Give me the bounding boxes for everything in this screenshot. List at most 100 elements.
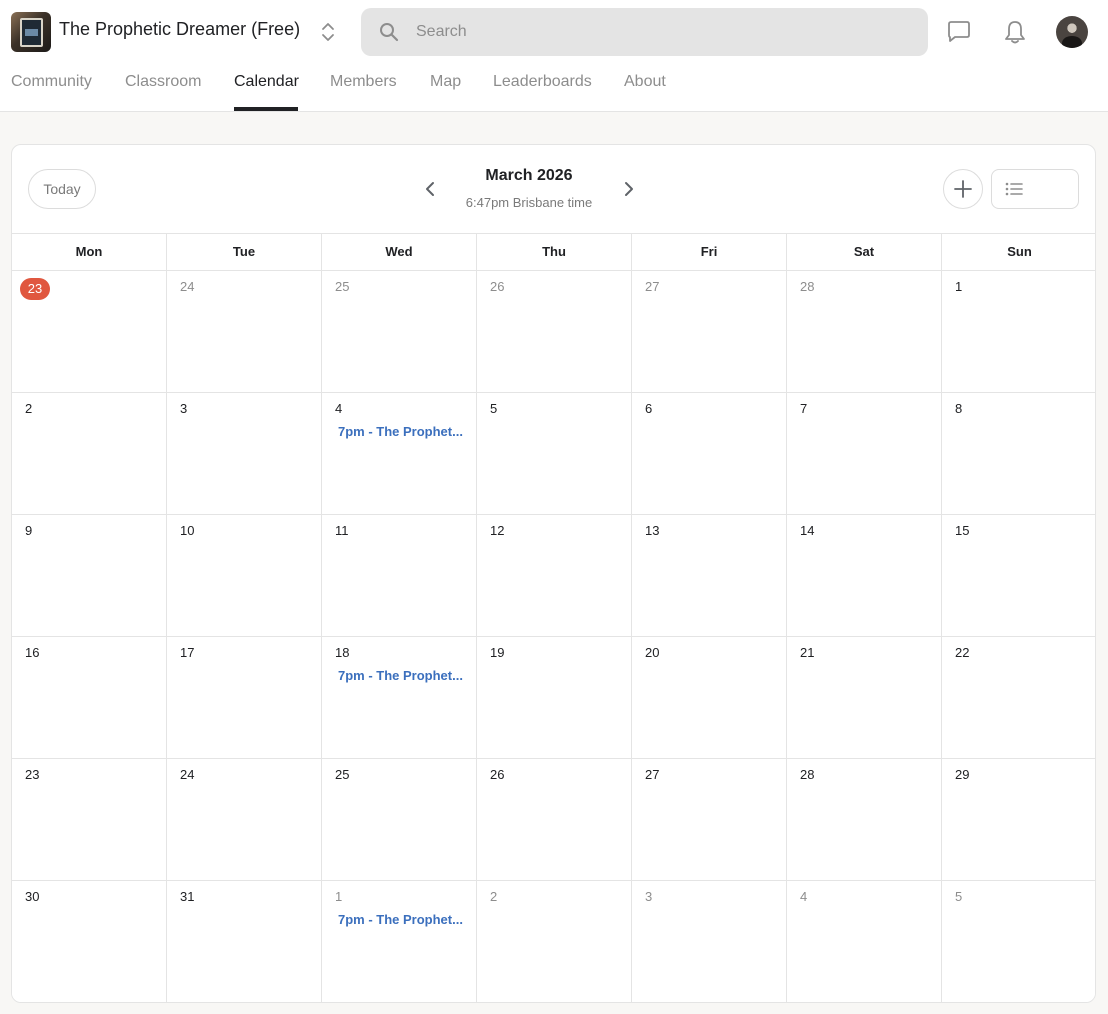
calendar-day-cell[interactable]: 5 [477, 393, 632, 515]
tab-classroom[interactable]: Classroom [125, 73, 201, 91]
calendar-day-cell[interactable]: 26 [477, 271, 632, 393]
calendar-day-cell[interactable]: 3 [632, 881, 787, 1002]
timezone-label: 6:47pm Brisbane time [465, 195, 593, 210]
calendar-day-cell[interactable]: 29 [942, 759, 1095, 881]
day-number: 29 [955, 767, 970, 782]
bell-icon[interactable] [1001, 18, 1029, 46]
event-link[interactable]: 7pm - The Prophet... [338, 668, 468, 683]
calendar-day-cell[interactable]: 15 [942, 515, 1095, 637]
day-number: 25 [335, 279, 350, 294]
calendar-day-cell[interactable]: 25 [322, 271, 477, 393]
calendar-day-cell[interactable]: 23 [12, 271, 167, 393]
weekday-wed: Wed [322, 234, 477, 271]
weekday-fri: Fri [632, 234, 787, 271]
search-icon [380, 23, 399, 42]
day-number: 24 [180, 767, 195, 782]
day-number: 24 [180, 279, 195, 294]
tab-leaderboards[interactable]: Leaderboards [493, 73, 592, 91]
calendar-day-cell[interactable]: 2 [12, 393, 167, 515]
calendar-day-cell[interactable]: 5 [942, 881, 1095, 1002]
day-number: 1 [955, 279, 963, 294]
calendar-day-cell[interactable]: 12 [477, 515, 632, 637]
day-number: 17 [180, 645, 195, 660]
group-name[interactable]: The Prophetic Dreamer (Free) [59, 19, 300, 40]
event-link[interactable]: 7pm - The Prophet... [338, 424, 468, 439]
event-link[interactable]: 7pm - The Prophet... [338, 912, 468, 927]
search-input[interactable] [416, 8, 916, 56]
month-grid: 23 24 25 26 27 28 1 2 3 4 7pm - The Prophet... 5 6 7 8… [12, 271, 1095, 1002]
day-number: 21 [800, 645, 815, 660]
day-number: 4 [335, 401, 343, 416]
calendar-day-cell[interactable]: 26 [477, 759, 632, 881]
tab-community[interactable]: Community [11, 73, 92, 91]
calendar-day-cell[interactable]: 24 [167, 271, 322, 393]
day-number: 10 [180, 523, 195, 538]
calendar-day-cell[interactable]: 8 [942, 393, 1095, 515]
day-number: 31 [180, 889, 195, 904]
calendar-day-cell[interactable]: 9 [12, 515, 167, 637]
weekday-tue: Tue [167, 234, 322, 271]
calendar-day-cell[interactable]: 14 [787, 515, 942, 637]
day-number: 20 [645, 645, 660, 660]
day-number: 19 [490, 645, 505, 660]
day-number: 12 [490, 523, 505, 538]
day-number: 6 [645, 401, 653, 416]
calendar-day-cell[interactable]: 1 7pm - The Prophet... [322, 881, 477, 1002]
calendar-day-cell[interactable]: 10 [167, 515, 322, 637]
top-header: The Prophetic Dreamer (Free) Community C… [0, 0, 1108, 112]
calendar-day-cell[interactable]: 17 [167, 637, 322, 759]
avatar[interactable] [1056, 16, 1088, 48]
calendar-day-cell[interactable]: 3 [167, 393, 322, 515]
calendar-day-cell[interactable]: 18 7pm - The Prophet... [322, 637, 477, 759]
calendar-day-cell[interactable]: 28 [787, 271, 942, 393]
calendar-day-cell[interactable]: 19 [477, 637, 632, 759]
calendar-day-cell[interactable]: 7 [787, 393, 942, 515]
calendar-day-cell[interactable]: 25 [322, 759, 477, 881]
calendar-day-cell[interactable]: 31 [167, 881, 322, 1002]
day-number: 30 [25, 889, 40, 904]
list-view-button[interactable] [992, 170, 1036, 208]
tab-members[interactable]: Members [330, 73, 397, 91]
day-number: 3 [180, 401, 188, 416]
tab-about[interactable]: About [624, 73, 666, 91]
calendar-day-cell[interactable]: 23 [12, 759, 167, 881]
calendar-day-cell[interactable]: 1 [942, 271, 1095, 393]
calendar-day-cell[interactable]: 6 [632, 393, 787, 515]
weekday-sat: Sat [787, 234, 942, 271]
day-number: 1 [335, 889, 343, 904]
calendar-day-cell[interactable]: 4 7pm - The Prophet... [322, 393, 477, 515]
calendar-day-cell[interactable]: 11 [322, 515, 477, 637]
chat-icon[interactable] [945, 18, 973, 46]
chevron-up-down-icon[interactable] [318, 20, 338, 44]
calendar-day-cell[interactable]: 13 [632, 515, 787, 637]
chevron-right-icon[interactable] [618, 179, 638, 199]
calendar-day-cell[interactable]: 27 [632, 759, 787, 881]
weekday-sun: Sun [1007, 244, 1032, 259]
calendar-day-cell[interactable]: 16 [12, 637, 167, 759]
add-event-button[interactable] [943, 169, 983, 209]
view-toggle [991, 169, 1079, 209]
today-button[interactable]: Today [28, 169, 96, 209]
group-logo[interactable] [11, 12, 51, 52]
day-number: 3 [645, 889, 653, 904]
calendar-day-cell[interactable]: 21 [787, 637, 942, 759]
day-number: 27 [645, 767, 660, 782]
calendar-day-cell[interactable]: 27 [632, 271, 787, 393]
calendar-day-cell[interactable]: 20 [632, 637, 787, 759]
calendar-day-cell[interactable]: 28 [787, 759, 942, 881]
calendar-day-cell[interactable]: 2 [477, 881, 632, 1002]
tab-calendar[interactable]: Calendar [234, 73, 299, 91]
day-number: 11 [335, 523, 349, 538]
calendar-day-cell[interactable]: 24 [167, 759, 322, 881]
month-title: March 2026 [485, 167, 573, 184]
calendar-day-cell[interactable]: 4 [787, 881, 942, 1002]
tab-map[interactable]: Map [430, 73, 461, 91]
search-bar[interactable] [361, 8, 928, 56]
calendar-day-cell[interactable]: 30 [12, 881, 167, 1002]
day-number: 28 [800, 767, 815, 782]
plus-icon [954, 180, 972, 198]
calendar-day-cell[interactable]: 22 [942, 637, 1095, 759]
calendar-card: Today March 2026 6:47pm Brisbane time Mo… [11, 144, 1096, 1003]
day-number: 4 [800, 889, 808, 904]
weekday-thu: Thu [477, 234, 632, 271]
